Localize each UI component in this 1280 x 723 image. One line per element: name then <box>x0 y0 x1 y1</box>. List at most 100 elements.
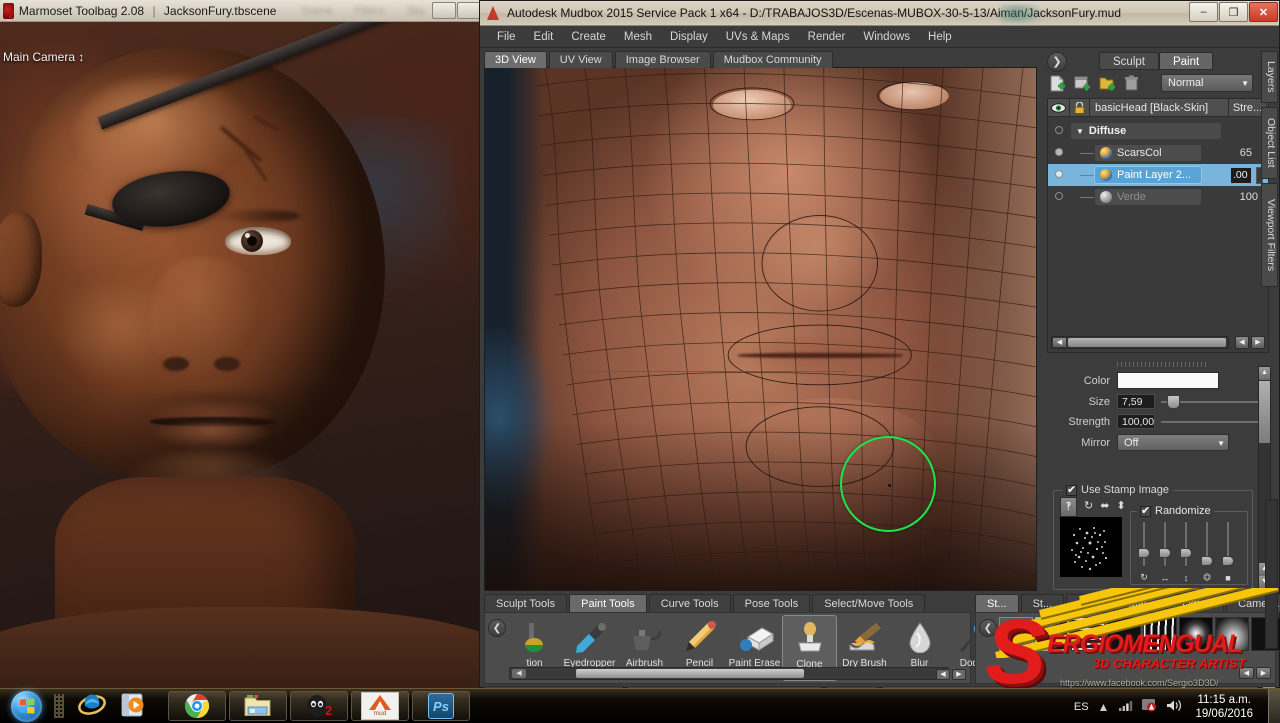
size-slider[interactable] <box>1161 394 1269 409</box>
menu-display[interactable]: Display <box>661 31 717 43</box>
tab-3d-view[interactable]: 3D View <box>484 51 547 68</box>
randomize-horizontal-slider[interactable] <box>1159 522 1171 566</box>
strength-slider[interactable] <box>1161 414 1271 429</box>
layer-row-paint-layer-2[interactable]: Paint Layer 2... .00 <box>1048 164 1268 186</box>
layer-visibility-toggle[interactable] <box>1048 191 1070 203</box>
mudbox-close-button[interactable]: ✕ <box>1249 2 1278 22</box>
randomize-vertical-slider[interactable] <box>1180 522 1192 566</box>
vertical-tab-object-list[interactable]: Object List <box>1261 107 1278 179</box>
tab-stencils[interactable]: St... <box>1020 594 1065 612</box>
layer-row-verde[interactable]: Verde 100 <box>1048 186 1268 208</box>
tab-curve-tools[interactable]: Curve Tools <box>648 594 731 612</box>
mudbox-maximize-button[interactable]: ❐ <box>1219 2 1248 22</box>
layer-strength-paint-layer-2[interactable]: .00 <box>1230 166 1252 184</box>
tool-tray-scroll-arrows[interactable]: ◀ ▶ <box>936 669 966 680</box>
mudbox-minimize-button[interactable]: – <box>1189 2 1218 22</box>
stamp-grid[interactable] <box>1071 617 1105 651</box>
menu-create[interactable]: Create <box>562 31 615 43</box>
language-indicator[interactable]: ES <box>1074 701 1089 713</box>
randomize-fill-slider[interactable] <box>1222 522 1234 566</box>
paint-sculpt-mode-tabs[interactable]: Sculpt Paint <box>1099 52 1214 70</box>
stamp-transform-icons[interactable]: ↻ ⬌ ⬍ <box>1084 499 1126 512</box>
camera-selector[interactable]: Main Camera ↕ <box>3 50 84 64</box>
antivirus-icon[interactable] <box>1142 698 1157 715</box>
tab-paint-mode[interactable]: Paint <box>1158 52 1214 70</box>
tab-sculpt-tools[interactable]: Sculpt Tools <box>484 594 568 612</box>
marmoset-maximize-button[interactable] <box>457 2 481 19</box>
new-layer-icon[interactable] <box>1049 75 1066 95</box>
right-vertical-tabs[interactable]: Layers Object List Viewport Filters <box>1261 51 1278 291</box>
mudbox-menubar[interactable]: File Edit Create Mesh Display UVs & Maps… <box>480 26 1279 48</box>
mudbox-window-buttons[interactable]: – ❐ ✕ <box>1189 2 1278 22</box>
tab-image-browser[interactable]: Image Browser <box>614 51 711 68</box>
stamp-cloud[interactable] <box>1179 617 1213 651</box>
properties-scroll-thumb[interactable] <box>1259 381 1270 443</box>
menu-windows[interactable]: Windows <box>854 31 919 43</box>
layers-arrow-right-icon[interactable]: ▶ <box>1251 336 1265 349</box>
mudbox-tool-tabs[interactable]: Sculpt Tools Paint Tools Curve Tools Pos… <box>484 594 927 612</box>
tool-tray-arrow-right-icon[interactable]: ▶ <box>952 669 966 680</box>
flip-vertical-icon[interactable]: ⬍ <box>1116 499 1125 512</box>
stamp-tray-scroll-arrows[interactable]: ◀ ▶ <box>1239 667 1271 679</box>
tab-select-move-tools[interactable]: Select/Move Tools <box>812 594 926 612</box>
tool-paint-erase[interactable]: Paint Erase <box>727 615 782 669</box>
show-desktop-button[interactable] <box>1268 689 1280 723</box>
tool-tray-horizontal-scrollbar[interactable]: ◀ <box>509 667 949 680</box>
tab-paint-tools[interactable]: Paint Tools <box>569 594 647 612</box>
right-panel-scrollbar[interactable] <box>1265 499 1278 649</box>
marmoset-titlebar[interactable]: Marmoset Toolbag 2.08 | JacksonFury.tbsc… <box>0 0 483 22</box>
layer-blend-mode-dropdown[interactable]: Normal ▼ <box>1161 74 1253 92</box>
randomize-scale-slider[interactable] <box>1201 522 1213 566</box>
randomize-toggle[interactable]: Randomize <box>1137 504 1214 517</box>
stamp-soft-blob[interactable] <box>1215 617 1249 651</box>
tool-tray-scroll-thumb[interactable] <box>576 669 804 678</box>
layers-scroll-arrows[interactable]: ◀ ▶ <box>1235 336 1265 349</box>
lock-icon[interactable] <box>1070 98 1090 117</box>
layer-strength-verde[interactable]: 100 <box>1240 191 1258 203</box>
stamp-tray-scroll-left-icon[interactable]: ❮ <box>979 619 997 637</box>
menu-render[interactable]: Render <box>799 31 855 43</box>
layers-horizontal-scrollbar[interactable]: ◀ <box>1051 336 1229 349</box>
tab-sculpt-mode[interactable]: Sculpt <box>1099 52 1159 70</box>
internet-explorer-icon[interactable] <box>78 692 106 721</box>
tab-pose-tools[interactable]: Pose Tools <box>732 594 811 612</box>
tab-uv-view[interactable]: UV View <box>548 51 613 68</box>
layer-visibility-toggle[interactable] <box>1048 169 1070 181</box>
panel-expander-chevron-right-icon[interactable]: ❯ <box>1047 52 1067 72</box>
tool-eyedropper[interactable]: Eyedropper <box>562 615 617 669</box>
menu-mesh[interactable]: Mesh <box>615 31 661 43</box>
taskbar-item-marmoset[interactable]: 2 <box>290 691 348 721</box>
panel-drag-grip[interactable] <box>1117 362 1207 367</box>
stamp-arrow-right-icon[interactable]: ▶ <box>1256 667 1271 679</box>
use-stamp-image-toggle[interactable]: Use Stamp Image <box>1062 483 1174 496</box>
tool-blur[interactable]: Blur <box>892 615 947 669</box>
layer-visibility-toggle[interactable] <box>1048 147 1070 159</box>
tab-materials[interactable]: Mat... <box>1116 594 1169 612</box>
start-button[interactable] <box>2 690 50 723</box>
layer-strength-scarscol[interactable]: 65 <box>1240 147 1252 159</box>
layer-row-scarscol[interactable]: ScarsCol 65 <box>1048 142 1268 164</box>
menu-file[interactable]: File <box>488 31 525 43</box>
tab-mudbox-community[interactable]: Mudbox Community <box>712 51 833 68</box>
eye-icon[interactable] <box>1048 98 1070 117</box>
rotate-icon[interactable]: ↻ <box>1084 499 1093 512</box>
new-folder-icon[interactable] <box>1099 75 1116 95</box>
tool-tray-scroll-arrow-left-icon[interactable]: ◀ <box>512 669 526 678</box>
stamp-splatter[interactable] <box>1107 617 1141 651</box>
marmoset-window-buttons[interactable] <box>432 2 481 19</box>
tool-tray-arrow-left-icon[interactable]: ◀ <box>936 669 950 680</box>
strength-input[interactable]: 100,00 <box>1117 414 1155 429</box>
taskbar-item-mudbox[interactable]: mud <box>351 691 409 721</box>
vertical-tab-viewport-filters[interactable]: Viewport Filters <box>1261 183 1278 287</box>
menu-edit[interactable]: Edit <box>525 31 563 43</box>
taskbar-item-chrome[interactable] <box>168 691 226 721</box>
mirror-dropdown[interactable]: Off ▼ <box>1117 434 1229 451</box>
stamp-noise[interactable] <box>1035 617 1069 651</box>
properties-scroll-up-icon[interactable]: ▲ <box>1259 367 1270 380</box>
mudbox-view-tabs[interactable]: 3D View UV View Image Browser Mudbox Com… <box>484 50 835 68</box>
tool-projection[interactable]: tion <box>507 615 562 669</box>
windows-start-orb-icon[interactable] <box>10 690 42 722</box>
tab-lights[interactable]: Ligh... <box>1170 594 1225 612</box>
mudbox-titlebar[interactable]: Autodesk Mudbox 2015 Service Pack 1 x64 … <box>480 1 1279 26</box>
duplicate-layer-icon[interactable] <box>1074 75 1091 95</box>
